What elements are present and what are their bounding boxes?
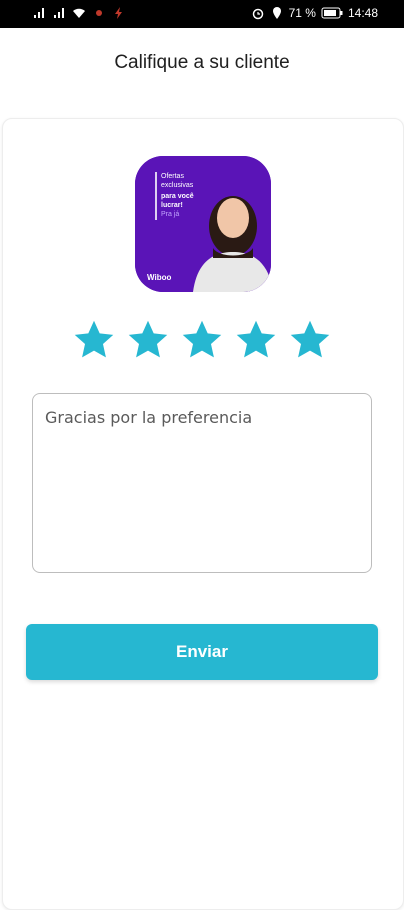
status-left-icons [32, 6, 126, 20]
flash-icon [115, 7, 122, 19]
promo-line-3: para você [161, 193, 194, 200]
page-title: Califique a su cliente [114, 52, 290, 73]
star-icon-3[interactable] [180, 318, 224, 362]
alarm-icon [252, 8, 263, 20]
star-icon-5[interactable] [288, 318, 332, 362]
wifi-icon [73, 8, 85, 18]
app-header: Califique a su cliente [0, 28, 404, 114]
star-rating [72, 318, 332, 362]
promo-line-2: exclusivas [161, 182, 194, 189]
star-icon-4[interactable] [234, 318, 278, 362]
battery-percent: 71 % [288, 6, 316, 20]
comment-textarea[interactable]: Gracias por la preferencia [32, 393, 372, 573]
brand-logo: Wiboo [147, 273, 171, 282]
promo-line-5: Pra já [161, 211, 179, 218]
avatar-illustration: Ofertas exclusivas para você lucrar! Pra… [135, 156, 271, 292]
notification-icon [96, 10, 102, 16]
status-bar: 71 % 14:48 [0, 0, 404, 28]
battery-icon [321, 7, 343, 19]
status-right-icons: 71 % 14:48 [251, 6, 378, 20]
promo-line-4: lucrar! [161, 202, 183, 209]
star-icon-1[interactable] [72, 318, 116, 362]
star-icon-2[interactable] [126, 318, 170, 362]
submit-button[interactable]: Enviar [26, 624, 378, 680]
signal-icon [34, 8, 44, 18]
signal-icon [54, 8, 64, 18]
status-time: 14:48 [347, 6, 378, 20]
promo-line-1: Ofertas [161, 173, 184, 180]
client-avatar: Ofertas exclusivas para você lucrar! Pra… [135, 156, 271, 292]
location-icon [272, 7, 281, 19]
